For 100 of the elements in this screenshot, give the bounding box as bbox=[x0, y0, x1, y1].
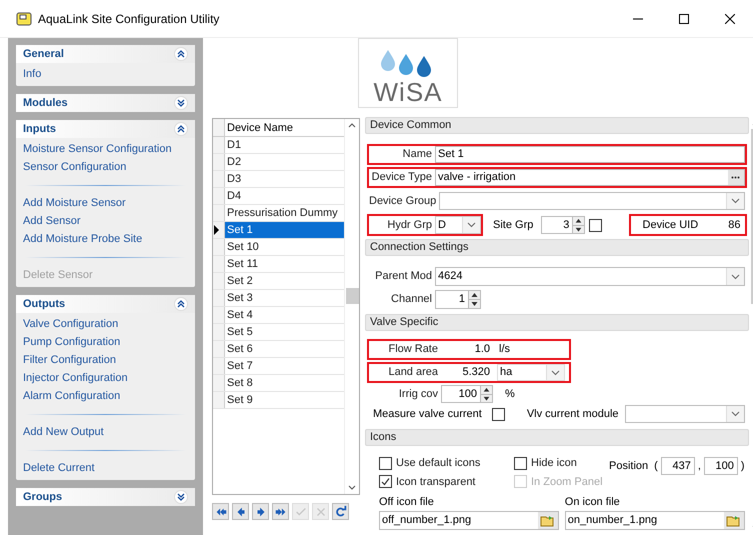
sidebar-link[interactable]: Add New Output bbox=[23, 425, 188, 440]
group-header[interactable]: General bbox=[16, 45, 195, 63]
browse-button[interactable] bbox=[538, 512, 558, 529]
device-row[interactable]: Set 7 bbox=[225, 358, 344, 374]
row-header-cell[interactable] bbox=[213, 171, 225, 187]
spin-buttons[interactable] bbox=[480, 386, 492, 402]
device-row[interactable]: D4 bbox=[225, 188, 344, 204]
section-header[interactable]: Device Common bbox=[365, 117, 749, 134]
sidebar-link[interactable]: Moisture Sensor Configuration bbox=[23, 142, 188, 157]
group-header[interactable]: Outputs bbox=[16, 295, 195, 313]
checkbox-label[interactable]: Icon transparent bbox=[396, 474, 476, 490]
device-row[interactable]: Set 1 bbox=[225, 222, 344, 238]
dropdown-button[interactable] bbox=[726, 406, 744, 422]
device-row[interactable]: Pressurisation Dummy bbox=[225, 205, 344, 221]
sidebar-link[interactable]: Pump Configuration bbox=[23, 335, 188, 350]
device-row[interactable]: D1 bbox=[225, 137, 344, 153]
sidebar-link[interactable]: Injector Configuration bbox=[23, 371, 188, 386]
collapse-icon[interactable] bbox=[174, 297, 188, 311]
position-x-field[interactable]: 437 bbox=[660, 457, 695, 475]
section-header[interactable]: Valve Specific bbox=[365, 314, 749, 331]
expand-icon[interactable] bbox=[174, 490, 188, 504]
nav-button[interactable] bbox=[232, 503, 249, 520]
dropdown-button[interactable] bbox=[726, 268, 744, 285]
device-row[interactable]: Set 2 bbox=[225, 273, 344, 289]
device-row[interactable]: Set 6 bbox=[225, 341, 344, 357]
expand-icon[interactable] bbox=[174, 96, 188, 110]
device-row[interactable]: D3 bbox=[225, 171, 344, 187]
row-header-cell[interactable] bbox=[213, 273, 225, 289]
section-header[interactable]: Icons bbox=[365, 429, 749, 446]
sidebar-link[interactable]: Filter Configuration bbox=[23, 353, 188, 368]
dropdown-button[interactable] bbox=[546, 365, 564, 380]
device-row[interactable]: Set 11 bbox=[225, 256, 344, 272]
position-y-field[interactable]: 100 bbox=[704, 457, 738, 475]
parent-mod-dropdown[interactable]: 4624 bbox=[435, 267, 745, 286]
group-header[interactable]: Groups bbox=[16, 488, 195, 506]
device-row[interactable]: Set 8 bbox=[225, 375, 344, 391]
scroll-thumb[interactable] bbox=[346, 288, 358, 304]
checkbox[interactable] bbox=[379, 456, 392, 470]
nav-button[interactable] bbox=[212, 503, 229, 520]
checkbox[interactable] bbox=[514, 456, 527, 470]
sidebar-link[interactable]: Sensor Configuration bbox=[23, 160, 188, 175]
sidebar-link[interactable]: Add Moisture Probe Site bbox=[23, 232, 188, 247]
dropdown-button[interactable] bbox=[462, 217, 480, 233]
row-header-cell[interactable] bbox=[213, 290, 225, 306]
group-header[interactable]: Modules bbox=[16, 94, 195, 112]
field-label: Parent Mod bbox=[374, 269, 433, 284]
field-label: Flow Rate bbox=[387, 342, 439, 358]
dropdown-button[interactable] bbox=[726, 193, 744, 209]
row-header-cell[interactable] bbox=[213, 188, 225, 204]
row-header-cell[interactable] bbox=[213, 307, 225, 323]
row-header-cell[interactable] bbox=[213, 222, 225, 238]
row-header-cell[interactable] bbox=[213, 375, 225, 391]
row-header-cell[interactable] bbox=[213, 324, 225, 340]
checkbox-label[interactable]: Hide icon bbox=[531, 455, 577, 472]
nav-button[interactable] bbox=[272, 503, 289, 520]
hydr-grp-dropdown[interactable]: D bbox=[435, 216, 481, 234]
file-field[interactable]: off_number_1.png bbox=[379, 511, 559, 530]
sidebar-link[interactable]: Add Moisture Sensor bbox=[23, 196, 188, 211]
sidebar-link[interactable]: Delete Current bbox=[23, 461, 188, 476]
device-row[interactable]: D2 bbox=[225, 154, 344, 170]
site-grp-spinner[interactable]: 3 bbox=[541, 216, 586, 234]
row-header-cell[interactable] bbox=[213, 154, 225, 170]
nav-button[interactable] bbox=[332, 503, 349, 520]
collapse-icon[interactable] bbox=[174, 122, 188, 136]
checkbox[interactable] bbox=[589, 218, 602, 232]
irrig-cov-spinner[interactable]: 100 bbox=[441, 385, 493, 403]
file-field[interactable]: on_number_1.png bbox=[564, 511, 745, 530]
collapse-icon[interactable] bbox=[174, 47, 188, 61]
checkbox[interactable] bbox=[379, 475, 392, 488]
sidebar-link[interactable]: Add Sensor bbox=[23, 214, 188, 229]
row-header-cell[interactable] bbox=[213, 256, 225, 272]
channel-spinner[interactable]: 1 bbox=[435, 290, 481, 309]
group-title: Outputs bbox=[23, 296, 66, 312]
spin-buttons[interactable] bbox=[572, 217, 584, 233]
sidebar-link[interactable]: Valve Configuration bbox=[23, 317, 188, 332]
nav-button[interactable] bbox=[252, 503, 269, 520]
device-row[interactable]: Set 3 bbox=[225, 290, 344, 306]
row-header-cell[interactable] bbox=[213, 392, 225, 408]
minimize-icon bbox=[633, 18, 643, 20]
spin-buttons[interactable] bbox=[468, 291, 480, 308]
section-header[interactable]: Connection Settings bbox=[365, 239, 749, 256]
row-header-cell[interactable] bbox=[213, 239, 225, 255]
row-header-cell[interactable] bbox=[213, 205, 225, 221]
row-header-cell[interactable] bbox=[213, 137, 225, 153]
sidebar-link[interactable]: Info bbox=[23, 67, 188, 82]
device-row[interactable]: Set 10 bbox=[225, 239, 344, 255]
name-field[interactable]: Set 1 bbox=[435, 146, 745, 163]
device-row[interactable]: Set 5 bbox=[225, 324, 344, 340]
unit-dropdown[interactable]: ha bbox=[497, 364, 565, 381]
device-row[interactable]: Set 4 bbox=[225, 307, 344, 323]
field-label: On icon file bbox=[564, 495, 621, 509]
group-header[interactable]: Inputs bbox=[16, 120, 195, 138]
group-title: Groups bbox=[23, 490, 62, 505]
browse-button[interactable] bbox=[724, 512, 744, 529]
row-header-cell[interactable] bbox=[213, 358, 225, 374]
checkbox[interactable] bbox=[492, 408, 505, 420]
device-row[interactable]: Set 9 bbox=[225, 392, 344, 408]
checkbox-label[interactable]: Use default icons bbox=[396, 455, 480, 472]
sidebar-link[interactable]: Alarm Configuration bbox=[23, 389, 188, 404]
row-header-cell[interactable] bbox=[213, 341, 225, 357]
